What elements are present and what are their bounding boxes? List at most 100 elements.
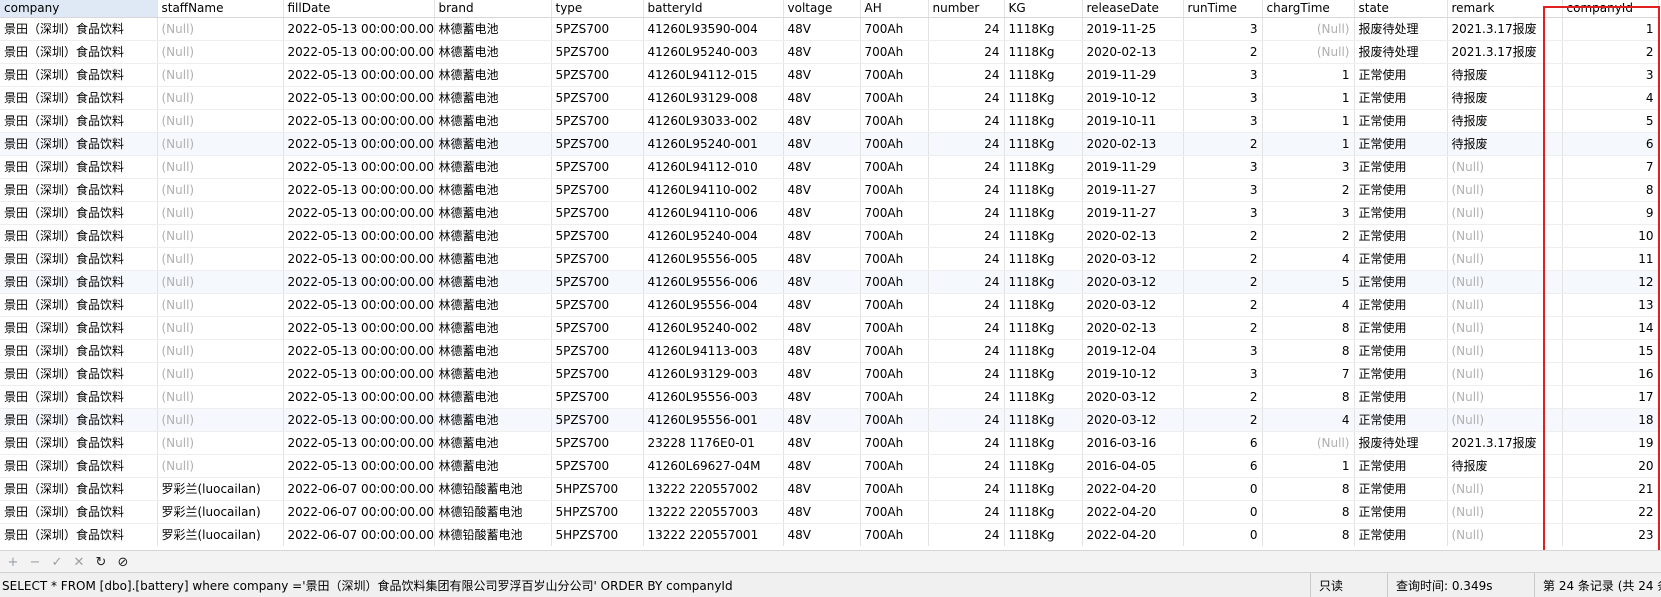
cell-brand[interactable]: 林德蓄电池	[434, 270, 552, 294]
cell-state[interactable]: 正常使用	[1354, 408, 1448, 432]
cell-chargtime[interactable]: 1	[1262, 454, 1355, 478]
cell-type[interactable]: 5PZS700	[551, 86, 644, 110]
table-row[interactable]: 景田（深圳）食品饮料 (Null) 2022-05-13 00:00:00.000 林…	[0, 247, 1659, 271]
cell-runtime[interactable]: 3	[1183, 201, 1263, 225]
cell-ah[interactable]: 700Ah	[860, 408, 929, 432]
cell-filldate[interactable]: 2022-05-13 00:00:00.000	[283, 431, 435, 455]
cell-releasedate[interactable]: 2022-04-20	[1082, 500, 1184, 524]
column-header-chargtime[interactable]: chargTime	[1262, 0, 1355, 18]
cell-state[interactable]: 正常使用	[1354, 316, 1448, 340]
cell-company[interactable]: 景田（深圳）食品饮料	[0, 316, 158, 340]
table-row[interactable]: 景田（深圳）食品饮料 (Null) 2022-05-13 00:00:00.000 林…	[0, 40, 1659, 64]
cell-voltage[interactable]: 48V	[783, 523, 861, 546]
cell-company[interactable]: 景田（深圳）食品饮料	[0, 201, 158, 225]
table-row[interactable]: 景田（深圳）食品饮料 罗彩兰(luocailan) 2022-06-07 00:00…	[0, 523, 1659, 546]
table-row[interactable]: 景田（深圳）食品饮料 (Null) 2022-05-13 00:00:00.000 林…	[0, 224, 1659, 248]
cell-kg[interactable]: 1118Kg	[1004, 477, 1083, 501]
table-row[interactable]: 景田（深圳）食品饮料 (Null) 2022-05-13 00:00:00.000 林…	[0, 339, 1659, 363]
cell-runtime[interactable]: 3	[1183, 17, 1263, 41]
cell-runtime[interactable]: 2	[1183, 224, 1263, 248]
cell-runtime[interactable]: 0	[1183, 500, 1263, 524]
cell-filldate[interactable]: 2022-05-13 00:00:00.000	[283, 40, 435, 64]
cell-type[interactable]: 5PZS700	[551, 408, 644, 432]
cell-company[interactable]: 景田（深圳）食品饮料	[0, 454, 158, 478]
cell-batteryid[interactable]: 41260L95240-002	[643, 316, 784, 340]
cell-kg[interactable]: 1118Kg	[1004, 500, 1083, 524]
cell-type[interactable]: 5PZS700	[551, 431, 644, 455]
cell-staffname[interactable]: (Null)	[157, 293, 284, 317]
cell-runtime[interactable]: 3	[1183, 109, 1263, 133]
cell-filldate[interactable]: 2022-05-13 00:00:00.000	[283, 201, 435, 225]
cell-batteryid[interactable]: 41260L95240-003	[643, 40, 784, 64]
cell-brand[interactable]: 林德蓄电池	[434, 201, 552, 225]
column-header-voltage[interactable]: voltage	[783, 0, 861, 18]
cell-runtime[interactable]: 6	[1183, 431, 1263, 455]
cell-filldate[interactable]: 2022-05-13 00:00:00.000	[283, 155, 435, 179]
cell-runtime[interactable]: 3	[1183, 155, 1263, 179]
table-row[interactable]: 景田（深圳）食品饮料 (Null) 2022-05-13 00:00:00.000 林…	[0, 109, 1659, 133]
cell-staffname[interactable]: 罗彩兰(luocailan)	[157, 477, 284, 501]
cell-brand[interactable]: 林德蓄电池	[434, 431, 552, 455]
cell-type[interactable]: 5PZS700	[551, 339, 644, 363]
cell-number[interactable]: 24	[928, 155, 1005, 179]
cell-number[interactable]: 24	[928, 40, 1005, 64]
plus-icon[interactable]: +	[4, 553, 22, 571]
cell-staffname[interactable]: (Null)	[157, 454, 284, 478]
cell-company[interactable]: 景田（深圳）食品饮料	[0, 86, 158, 110]
cell-ah[interactable]: 700Ah	[860, 523, 929, 546]
cell-voltage[interactable]: 48V	[783, 224, 861, 248]
cell-runtime[interactable]: 3	[1183, 339, 1263, 363]
cell-chargtime[interactable]: 1	[1262, 109, 1355, 133]
cell-kg[interactable]: 1118Kg	[1004, 63, 1083, 87]
cell-kg[interactable]: 1118Kg	[1004, 316, 1083, 340]
cell-runtime[interactable]: 0	[1183, 523, 1263, 546]
table-row[interactable]: 景田（深圳）食品饮料 (Null) 2022-05-13 00:00:00.000 林…	[0, 293, 1659, 317]
table-row[interactable]: 景田（深圳）食品饮料 (Null) 2022-05-13 00:00:00.000 林…	[0, 454, 1659, 478]
cell-chargtime[interactable]: 1	[1262, 132, 1355, 156]
cell-kg[interactable]: 1118Kg	[1004, 408, 1083, 432]
column-header-ah[interactable]: AH	[860, 0, 929, 18]
cell-runtime[interactable]: 2	[1183, 132, 1263, 156]
cell-chargtime[interactable]: 4	[1262, 408, 1355, 432]
cell-kg[interactable]: 1118Kg	[1004, 40, 1083, 64]
check-icon[interactable]: ✓	[48, 553, 66, 571]
cell-brand[interactable]: 林德蓄电池	[434, 178, 552, 202]
cell-brand[interactable]: 林德蓄电池	[434, 109, 552, 133]
cell-number[interactable]: 24	[928, 224, 1005, 248]
cell-state[interactable]: 正常使用	[1354, 247, 1448, 271]
cell-staffname[interactable]: (Null)	[157, 109, 284, 133]
cell-runtime[interactable]: 3	[1183, 178, 1263, 202]
cell-filldate[interactable]: 2022-05-13 00:00:00.000	[283, 454, 435, 478]
cell-releasedate[interactable]: 2020-02-13	[1082, 132, 1184, 156]
cell-staffname[interactable]: (Null)	[157, 132, 284, 156]
cell-batteryid[interactable]: 41260L93129-008	[643, 86, 784, 110]
cell-brand[interactable]: 林德蓄电池	[434, 63, 552, 87]
cell-filldate[interactable]: 2022-05-13 00:00:00.000	[283, 293, 435, 317]
cell-state[interactable]: 正常使用	[1354, 270, 1448, 294]
cell-state[interactable]: 报废待处理	[1354, 17, 1448, 41]
cell-runtime[interactable]: 3	[1183, 63, 1263, 87]
cell-brand[interactable]: 林德蓄电池	[434, 86, 552, 110]
cell-runtime[interactable]: 2	[1183, 385, 1263, 409]
cell-type[interactable]: 5PZS700	[551, 362, 644, 386]
data-table[interactable]: company staffName fillDate brand type battery…	[0, 0, 1659, 546]
cell-filldate[interactable]: 2022-05-13 00:00:00.000	[283, 63, 435, 87]
cell-company[interactable]: 景田（深圳）食品饮料	[0, 132, 158, 156]
cell-brand[interactable]: 林德蓄电池	[434, 339, 552, 363]
cell-brand[interactable]: 林德蓄电池	[434, 316, 552, 340]
cell-company[interactable]: 景田（深圳）食品饮料	[0, 385, 158, 409]
cell-state[interactable]: 正常使用	[1354, 109, 1448, 133]
cell-company[interactable]: 景田（深圳）食品饮料	[0, 270, 158, 294]
table-row[interactable]: 景田（深圳）食品饮料 (Null) 2022-05-13 00:00:00.000 林…	[0, 316, 1659, 340]
cell-batteryid[interactable]: 41260L95556-006	[643, 270, 784, 294]
cell-ah[interactable]: 700Ah	[860, 132, 929, 156]
cell-type[interactable]: 5PZS700	[551, 63, 644, 87]
cell-staffname[interactable]: (Null)	[157, 408, 284, 432]
result-grid[interactable]: company staffName fillDate brand type battery…	[0, 0, 1661, 546]
cell-number[interactable]: 24	[928, 86, 1005, 110]
cell-filldate[interactable]: 2022-05-13 00:00:00.000	[283, 178, 435, 202]
table-row[interactable]: 景田（深圳）食品饮料 (Null) 2022-05-13 00:00:00.000 林…	[0, 362, 1659, 386]
cell-staffname[interactable]: 罗彩兰(luocailan)	[157, 500, 284, 524]
cell-voltage[interactable]: 48V	[783, 201, 861, 225]
cell-chargtime[interactable]: 1	[1262, 63, 1355, 87]
